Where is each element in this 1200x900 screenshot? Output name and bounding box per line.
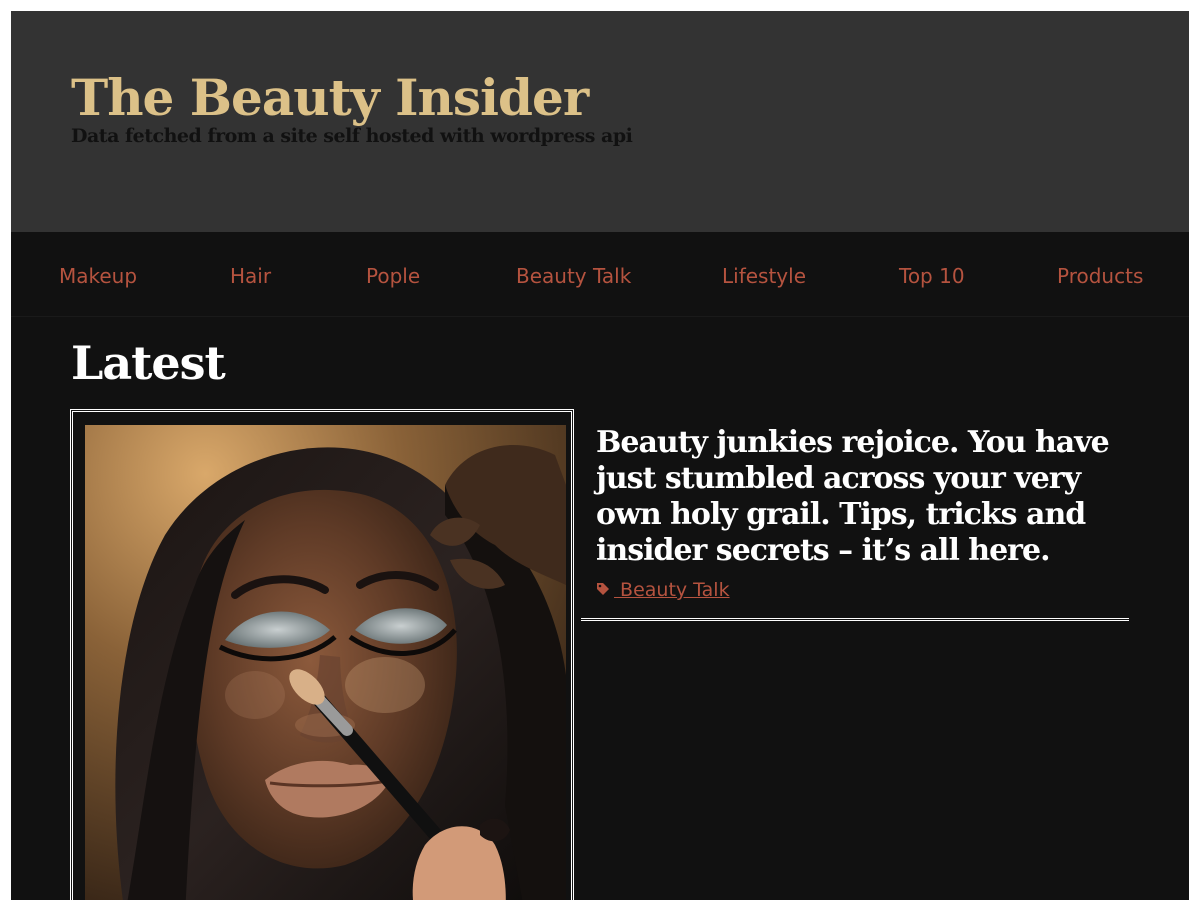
nav-item-products[interactable]: Products xyxy=(1057,263,1143,289)
site-title[interactable]: The Beauty Insider xyxy=(71,66,589,130)
site-tagline: Data fetched from a site self hosted wit… xyxy=(71,125,633,147)
page-frame: The Beauty Insider Data fetched from a s… xyxy=(11,11,1189,900)
section-title: Latest xyxy=(71,336,226,390)
main-nav: Makeup Hair Pople Beauty Talk Lifestyle … xyxy=(11,232,1189,317)
post-divider xyxy=(581,618,1129,621)
nav-item-lifestyle[interactable]: Lifestyle xyxy=(722,263,806,289)
post-headline[interactable]: Beauty junkies rejoice. You have just st… xyxy=(596,425,1126,569)
site-header: The Beauty Insider Data fetched from a s… xyxy=(11,11,1189,232)
post-category-link[interactable]: Beauty Talk xyxy=(596,578,730,602)
nav-item-beauty-talk[interactable]: Beauty Talk xyxy=(516,263,631,289)
nav-item-makeup[interactable]: Makeup xyxy=(59,263,137,289)
tag-icon xyxy=(597,583,609,595)
nav-item-hair[interactable]: Hair xyxy=(230,263,271,289)
nav-item-top-10[interactable]: Top 10 xyxy=(899,263,965,289)
nav-item-pople[interactable]: Pople xyxy=(366,263,420,289)
makeup-photo-icon xyxy=(85,425,566,900)
post-image[interactable] xyxy=(85,425,566,900)
post-category-label: Beauty Talk xyxy=(614,579,730,601)
